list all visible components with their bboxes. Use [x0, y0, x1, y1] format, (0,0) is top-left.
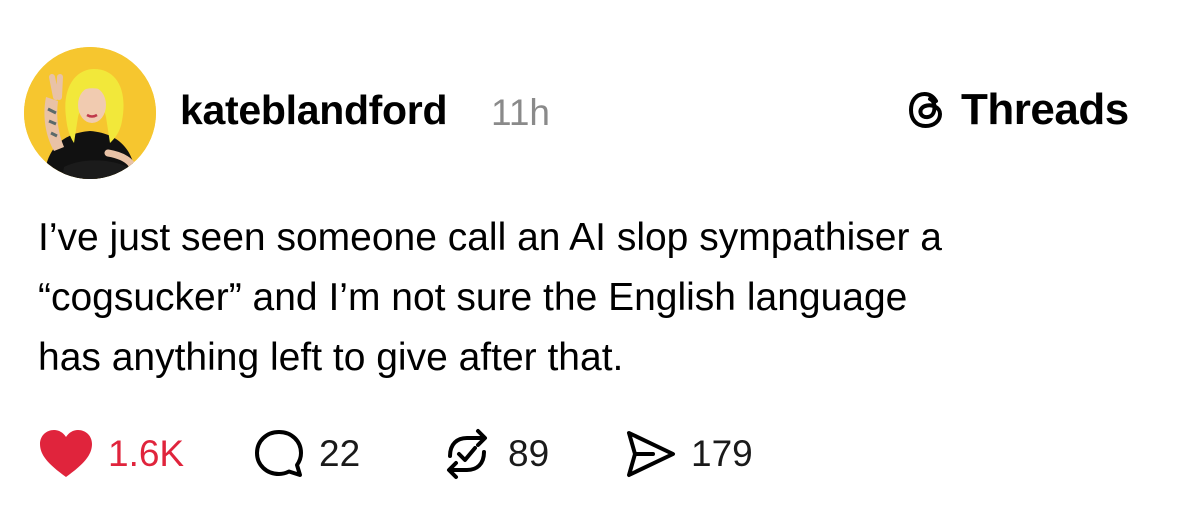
avatar-image — [24, 47, 156, 179]
threads-logo-icon — [909, 92, 942, 128]
post-timestamp: 11h — [491, 92, 550, 133]
like-count: 1.6K — [108, 433, 185, 474]
repost-icon — [447, 429, 487, 479]
repost-count: 89 — [508, 433, 550, 474]
post-text: I’ve just seen someone call an AI slop s… — [38, 216, 942, 379]
reply-count: 22 — [319, 433, 361, 474]
reply-button[interactable]: 22 — [253, 426, 360, 482]
post-actions: 1.6K 22 89 179 — [0, 426, 1179, 482]
brand-label: Threads — [961, 85, 1129, 134]
heart-icon — [40, 430, 92, 477]
avatar[interactable] — [24, 47, 156, 179]
send-icon — [627, 431, 675, 477]
threads-brand: Threads — [905, 84, 1129, 136]
repost-button[interactable]: 89 — [440, 426, 549, 482]
share-button[interactable]: 179 — [625, 426, 753, 482]
username[interactable]: kateblandford — [180, 84, 447, 136]
comment-icon — [255, 430, 303, 477]
like-button[interactable]: 1.6K — [38, 426, 184, 482]
share-count: 179 — [691, 433, 753, 474]
